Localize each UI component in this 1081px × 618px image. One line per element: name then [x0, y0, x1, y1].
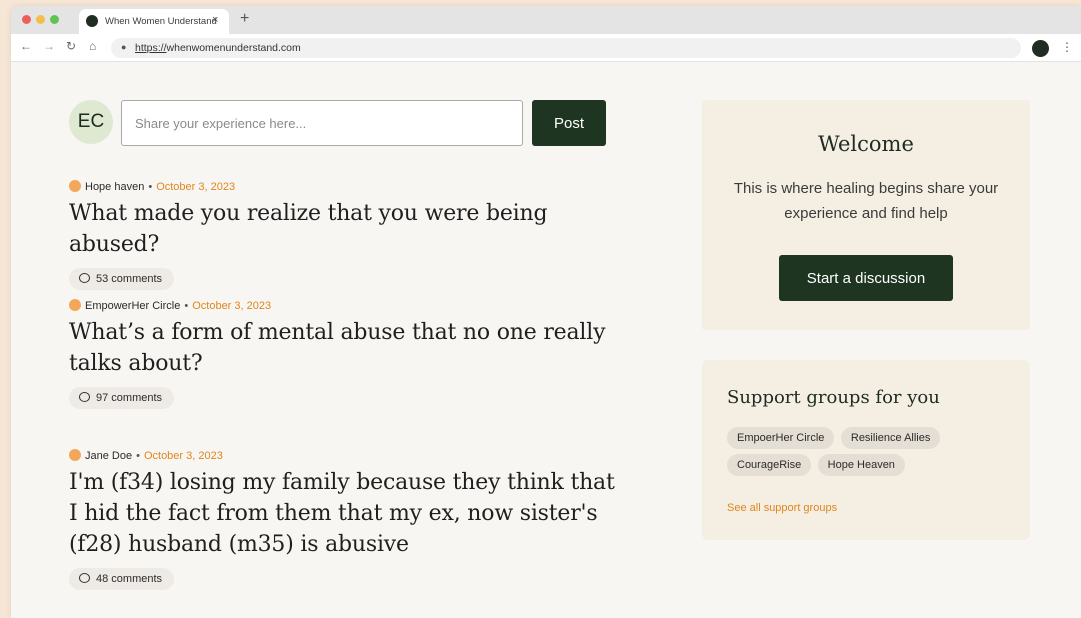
comments-button[interactable]: 48 comments	[69, 568, 175, 590]
profile-avatar[interactable]	[1032, 40, 1049, 57]
close-window-button[interactable]	[22, 15, 31, 24]
address-bar[interactable]: ● https://whenwomenunderstand.com ☆	[111, 38, 1021, 58]
post-date: October 3, 2023	[143, 450, 223, 462]
support-group-chip[interactable]: Resilience Allies	[840, 427, 941, 449]
menu-icon[interactable]: ⋮	[1061, 40, 1073, 54]
post-title[interactable]: What’s a form of mental abuse that no on…	[69, 317, 619, 379]
post-item[interactable]: EmpowerHer Circle • October 3, 2023 What’s…	[69, 299, 619, 409]
welcome-card: Welcome This is where healing begins sha…	[702, 100, 1030, 330]
post-group[interactable]: Hope haven	[85, 181, 144, 193]
favicon-icon	[86, 15, 98, 27]
post-button[interactable]: Post	[532, 100, 606, 146]
support-group-chips: EmpoerHer Circle Resilience Allies Coura…	[727, 427, 1017, 481]
group-dot-icon	[69, 180, 81, 192]
post-group[interactable]: Jane Doe	[85, 450, 132, 462]
meta-separator: •	[184, 300, 189, 312]
back-icon[interactable]: ←	[20, 39, 32, 53]
comments-button[interactable]: 53 comments	[69, 268, 175, 290]
comment-bubble-icon	[79, 392, 90, 402]
support-groups-card: Support groups for you EmpoerHer Circle …	[702, 360, 1030, 540]
comments-button[interactable]: 97 comments	[69, 387, 175, 409]
post-item[interactable]: Hope haven • October 3, 2023 What made you…	[69, 180, 619, 290]
url-text[interactable]: https://whenwomenunderstand.com	[135, 42, 301, 54]
url-protocol: https://	[135, 42, 167, 54]
post-group[interactable]: EmpowerHer Circle	[85, 300, 180, 312]
minimize-window-button[interactable]	[36, 15, 45, 24]
plus-icon[interactable]: +	[240, 10, 249, 28]
browser-tab[interactable]: When Women Understand ×	[79, 9, 229, 34]
close-icon[interactable]: ×	[212, 14, 218, 26]
browser-window: When Women Understand × + ← → ↻ ⌂ ● http…	[11, 6, 1081, 618]
post-title[interactable]: I'm (f34) losing my family because they …	[69, 467, 619, 560]
tab-strip: When Women Understand × +	[11, 6, 1081, 34]
url-domain: whenwomenunderstand.com	[166, 42, 301, 54]
group-dot-icon	[69, 299, 81, 311]
post-meta: Hope haven • October 3, 2023	[69, 180, 619, 194]
user-avatar: EC	[69, 100, 113, 144]
home-icon[interactable]: ⌂	[89, 39, 96, 53]
support-groups-title: Support groups for you	[727, 387, 940, 408]
group-dot-icon	[69, 449, 81, 461]
post-date: October 3, 2023	[192, 300, 272, 312]
comments-count: 53 comments	[96, 273, 163, 285]
support-group-chip[interactable]: Hope Heaven	[817, 454, 905, 476]
start-discussion-button[interactable]: Start a discussion	[779, 255, 953, 301]
support-group-chip[interactable]: EmpoerHer Circle	[727, 427, 835, 449]
browser-toolbar: ← → ↻ ⌂ ● https://whenwomenunderstand.co…	[11, 34, 1081, 62]
meta-separator: •	[148, 181, 153, 193]
tab-title: When Women Understand	[105, 16, 217, 27]
post-title[interactable]: What made you realize that you were bein…	[69, 198, 619, 260]
comment-bubble-icon	[79, 573, 90, 583]
lock-icon: ●	[121, 42, 127, 52]
welcome-text: This is where healing begins share your …	[733, 180, 999, 222]
meta-separator: •	[136, 450, 140, 462]
welcome-title: Welcome	[818, 132, 914, 156]
reload-icon[interactable]: ↻	[66, 39, 76, 53]
post-meta: EmpowerHer Circle • October 3, 2023	[69, 299, 619, 313]
comments-count: 48 comments	[96, 573, 163, 585]
comment-bubble-icon	[79, 273, 90, 283]
page-content: EC Post Hope haven•October 3, 2023 What …	[11, 63, 1081, 618]
comments-count: 97 comments	[96, 392, 163, 404]
share-experience-input[interactable]	[121, 100, 523, 146]
support-group-chip[interactable]: CourageRise	[727, 454, 812, 476]
maximize-window-button[interactable]	[50, 15, 59, 24]
forward-icon[interactable]: →	[43, 39, 55, 53]
post-meta: Jane Doe • October 3, 2023	[69, 449, 619, 463]
post-date: October 3, 2023	[156, 181, 236, 193]
see-all-groups-link[interactable]: See all support groups	[727, 502, 837, 514]
post-item[interactable]: Jane Doe • October 3, 2023 I'm (f34) losin…	[69, 449, 619, 590]
